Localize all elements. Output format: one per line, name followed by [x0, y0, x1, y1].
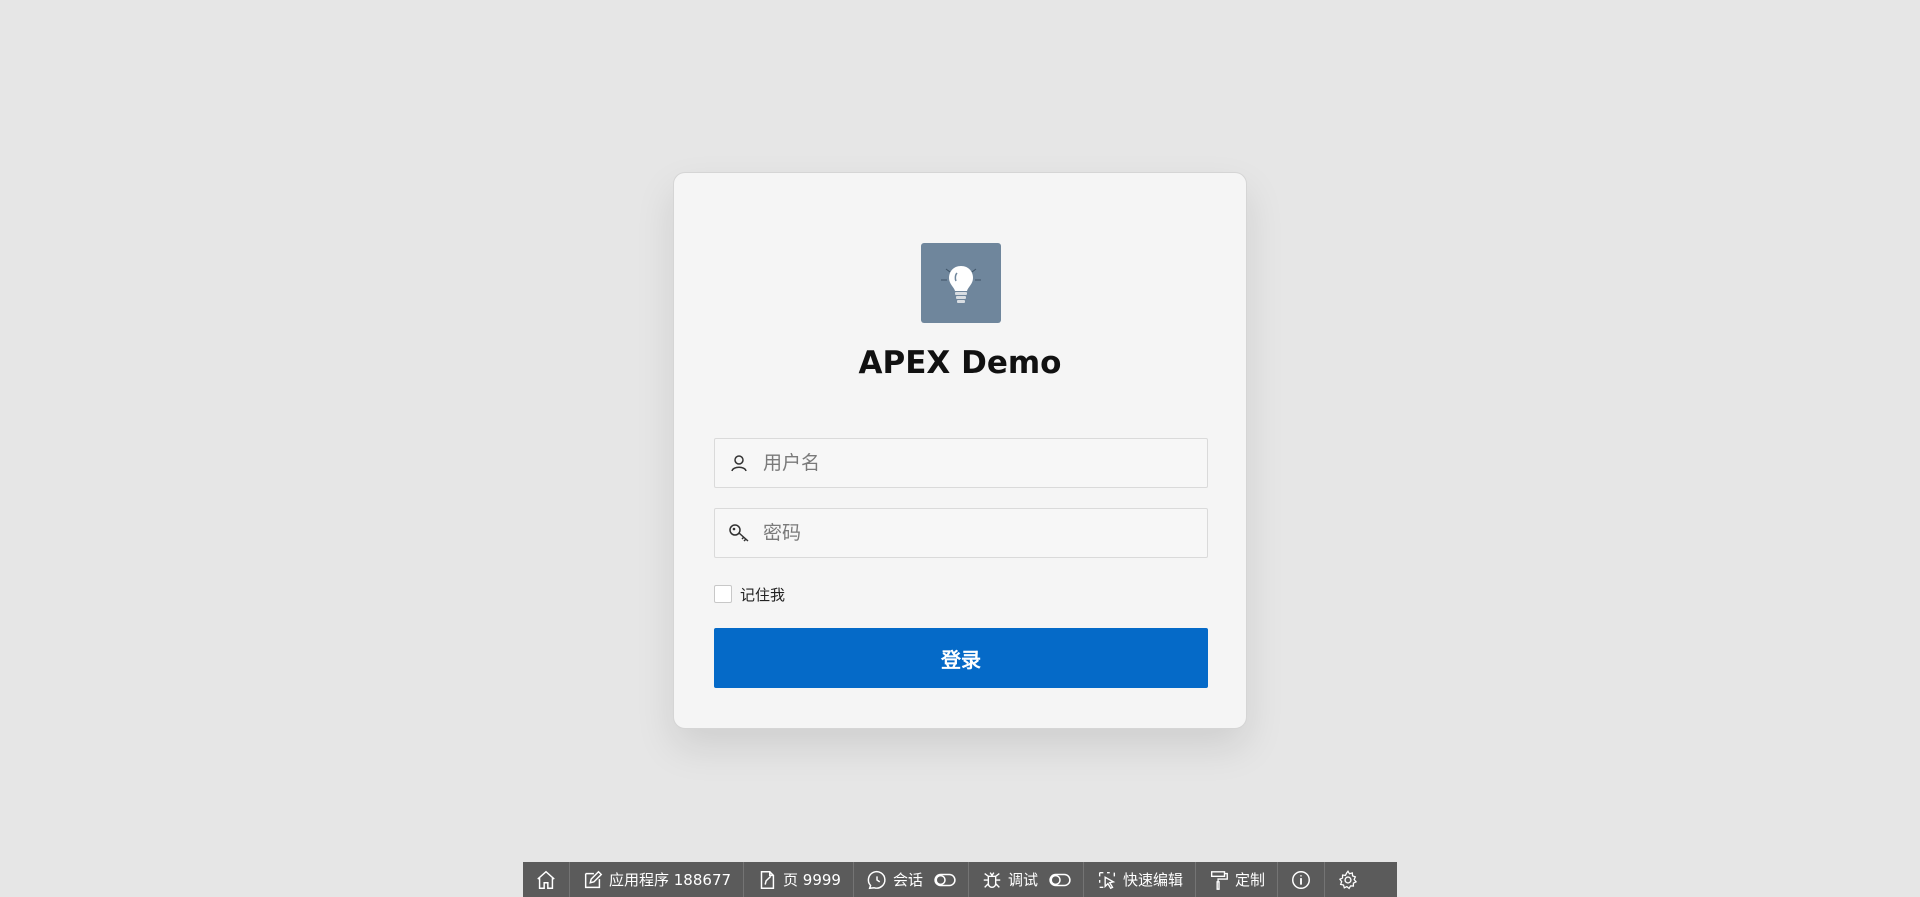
toolbar-settings[interactable]	[1325, 862, 1371, 897]
toolbar-info[interactable]	[1278, 862, 1326, 897]
toolbar-session-label: 会话	[892, 871, 923, 889]
toolbar-quick-edit[interactable]: 快速编辑	[1084, 862, 1197, 897]
edit-icon	[584, 870, 603, 888]
remember-checkbox[interactable]	[714, 585, 732, 603]
username-field[interactable]	[714, 438, 1208, 488]
remember-label: 记住我	[740, 585, 786, 604]
toolbar-quick-edit-label: 快速编辑	[1123, 871, 1184, 889]
toolbar-customize-label: 定制	[1235, 871, 1266, 889]
debug-toggle-icon[interactable]	[1049, 869, 1071, 891]
quick-edit-icon	[1098, 871, 1116, 889]
toolbar-application[interactable]: 应用程序 188677	[570, 862, 745, 897]
login-button[interactable]: 登录	[714, 628, 1208, 688]
remember-me[interactable]: 记住我	[714, 583, 785, 605]
lightbulb-icon	[921, 243, 1001, 323]
username-input[interactable]	[763, 439, 1193, 487]
toolbar-application-label: 应用程序 188677	[609, 871, 732, 889]
toolbar-debug-label: 调试	[1008, 871, 1039, 889]
session-icon	[867, 870, 886, 889]
session-toggle-icon[interactable]	[934, 869, 956, 891]
key-icon	[727, 521, 751, 545]
developer-toolbar: 应用程序 188677 页 9999 会话 调试 快速编辑 定制	[523, 862, 1397, 897]
paint-roller-icon	[1211, 870, 1228, 890]
toolbar-home[interactable]	[523, 862, 570, 897]
app-title: APEX Demo	[858, 345, 1062, 381]
toolbar-page-label: 页 9999	[783, 871, 841, 889]
toolbar-customize[interactable]: 定制	[1196, 862, 1279, 897]
bug-icon	[983, 871, 1001, 888]
home-icon	[537, 870, 555, 889]
toolbar-page[interactable]: 页 9999	[744, 862, 854, 897]
user-icon	[727, 451, 751, 475]
page-icon	[760, 870, 775, 889]
gear-icon	[1339, 869, 1358, 889]
login-card: APEX Demo 记住我 登录	[673, 172, 1247, 729]
password-field[interactable]	[714, 508, 1208, 558]
password-input[interactable]	[763, 509, 1193, 557]
toolbar-session[interactable]: 会话	[854, 862, 969, 897]
toolbar-debug[interactable]: 调试	[969, 862, 1085, 897]
info-icon	[1292, 870, 1311, 889]
